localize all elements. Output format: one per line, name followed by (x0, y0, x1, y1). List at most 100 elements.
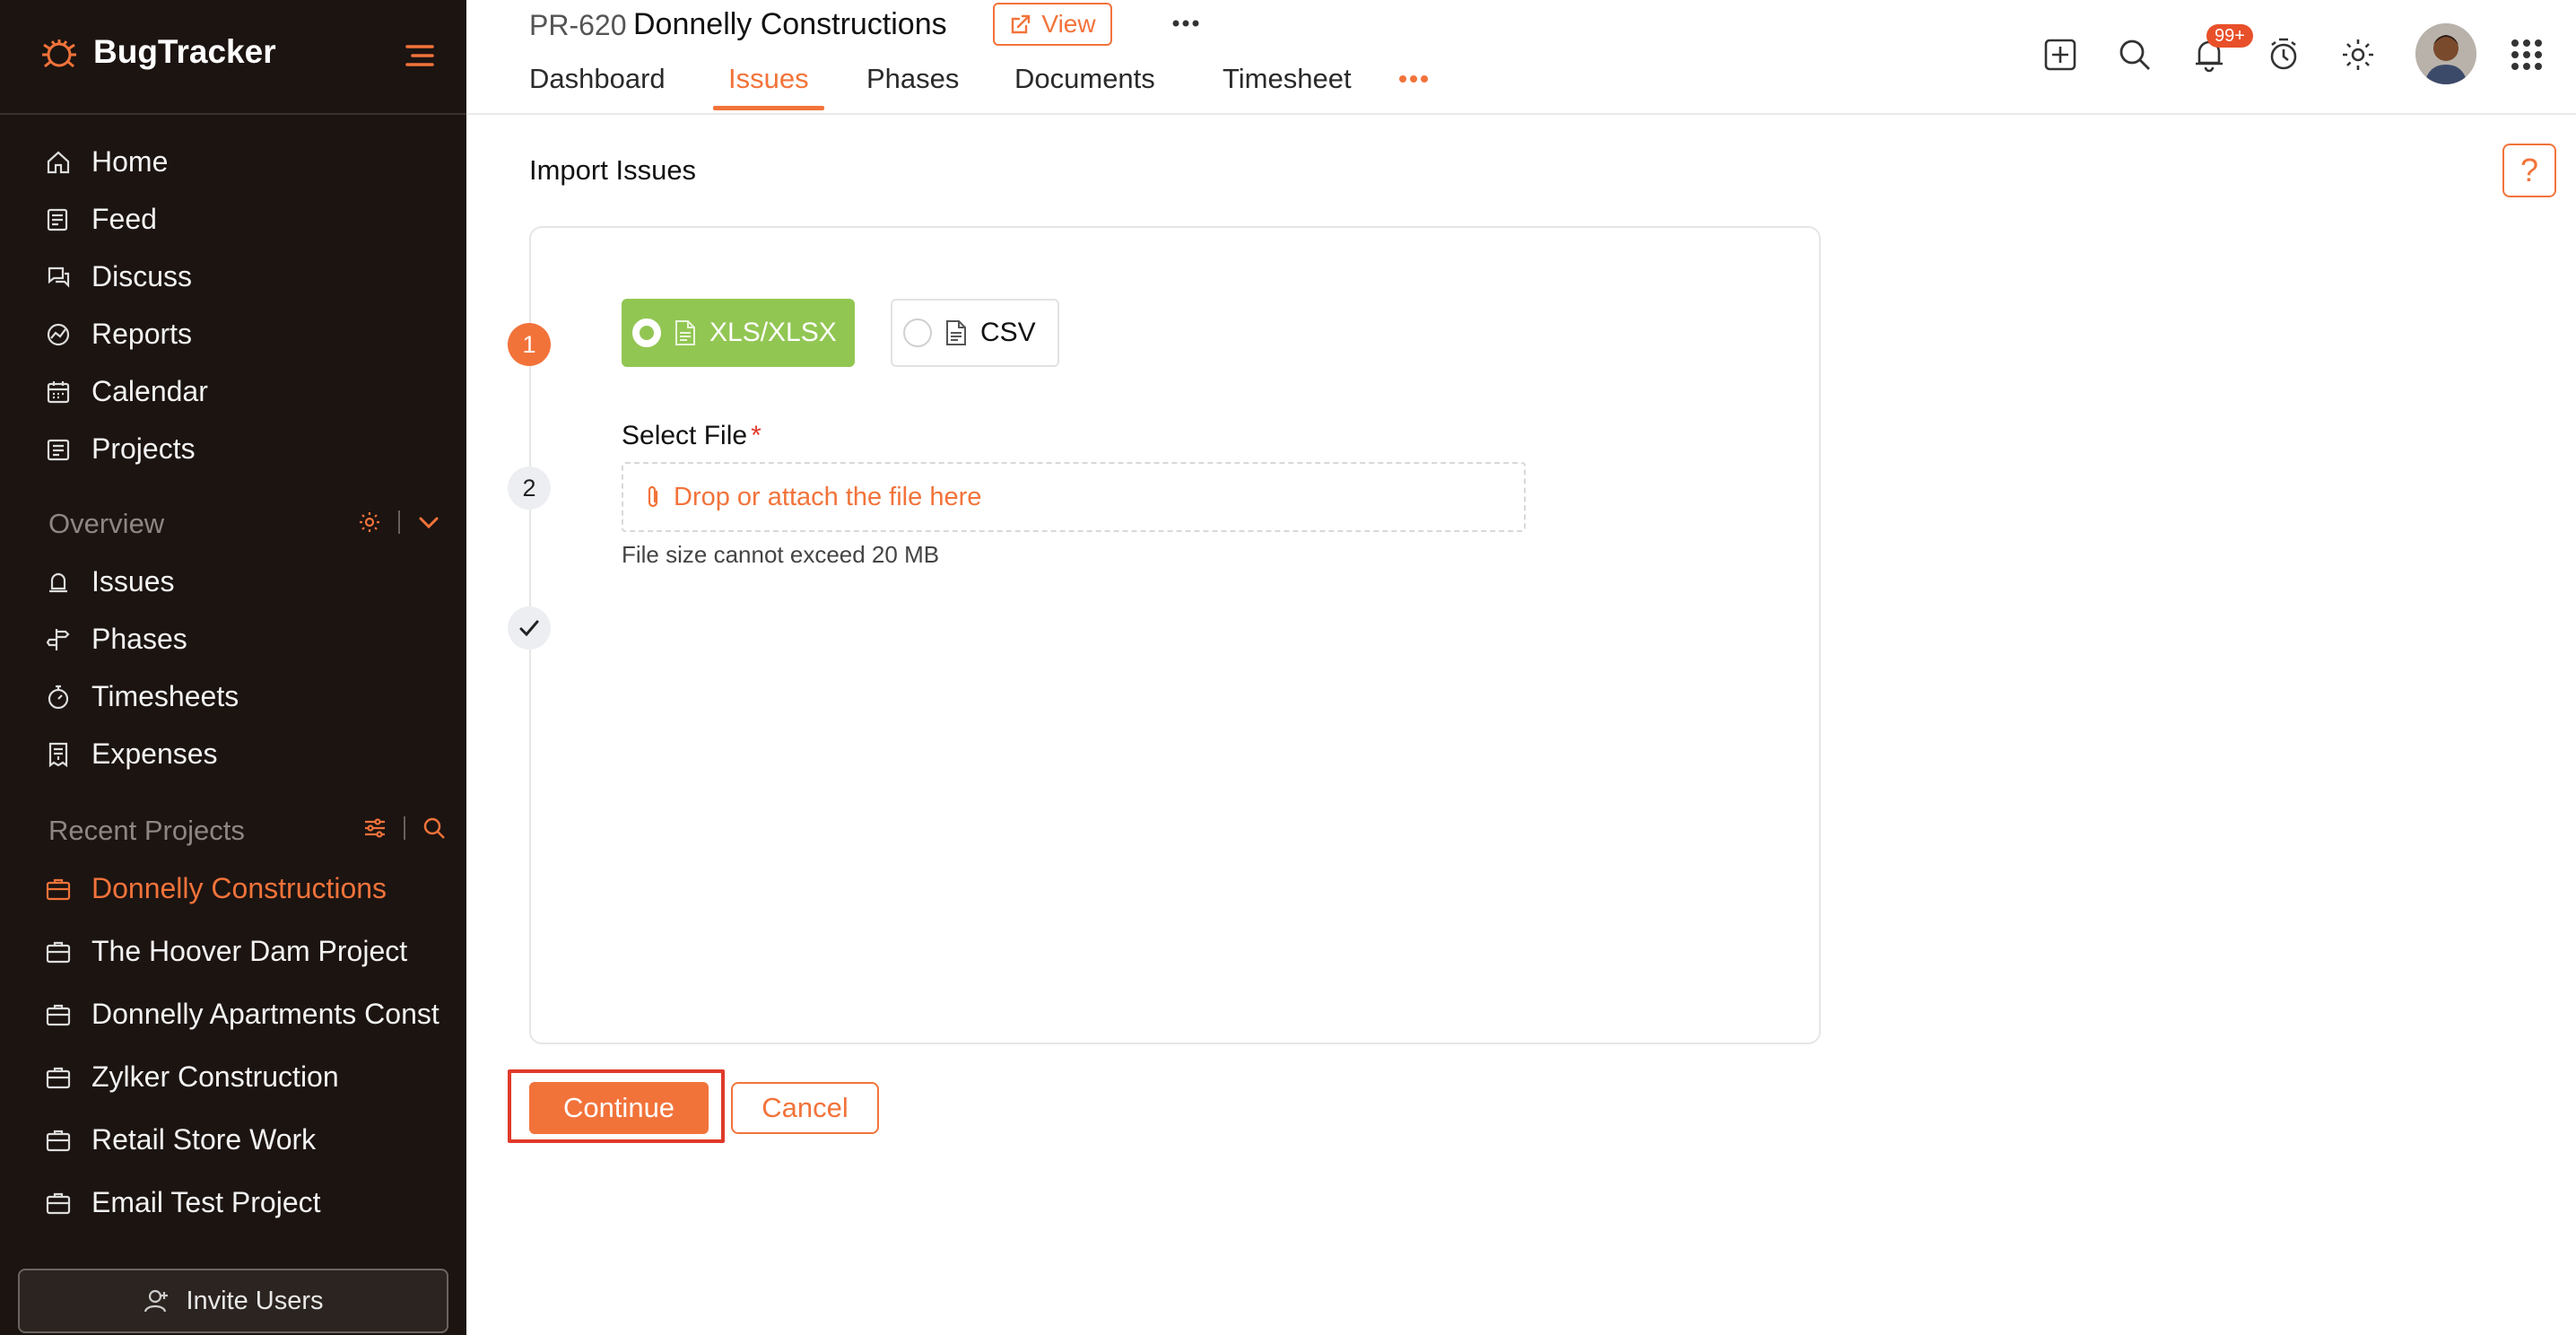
notification-count-badge: 99+ (2206, 24, 2253, 48)
sidebar-item-home[interactable]: Home (45, 145, 168, 179)
tab-phases[interactable]: Phases (866, 63, 959, 95)
gear-icon[interactable] (357, 510, 382, 535)
search-icon[interactable] (2116, 36, 2154, 74)
recent-project-item[interactable]: The Hoover Dam Project (45, 935, 439, 968)
app-name: BugTracker (93, 33, 276, 70)
file-icon (675, 320, 695, 345)
tool-separator (398, 510, 400, 534)
invite-users-label: Invite Users (186, 1286, 324, 1315)
tab-dashboard[interactable]: Dashboard (529, 63, 666, 95)
required-mark: * (751, 421, 761, 450)
discuss-icon (48, 266, 70, 288)
add-new-icon[interactable] (2041, 36, 2079, 74)
user-photo-icon (2415, 23, 2476, 84)
briefcase-icon (46, 878, 71, 900)
step-indicator-1: 1 (508, 323, 551, 366)
sidebar-item-projects[interactable]: Projects (45, 432, 196, 466)
format-option-csv[interactable]: CSV (891, 299, 1059, 367)
file-size-hint: File size cannot exceed 20 MB (622, 541, 940, 568)
sidebar-item-feed[interactable]: Feed (45, 203, 157, 236)
tab-timesheet[interactable]: Timesheet (1223, 63, 1352, 95)
file-dropzone[interactable]: Drop or attach the file here (622, 462, 1526, 532)
continue-button[interactable]: Continue (529, 1082, 709, 1134)
select-file-text: Select File (622, 421, 748, 450)
project-id: PR-620 (529, 9, 627, 41)
format-option-xlsx[interactable]: XLS/XLSX (622, 299, 855, 367)
tab-documents[interactable]: Documents (1014, 63, 1155, 95)
filter-sliders-icon[interactable] (362, 816, 387, 841)
recent-project-label: Donnelly Apartments Construction (91, 998, 439, 1030)
recent-project-label: Email Test Project (91, 1186, 321, 1218)
sidebar-item-label: Phases (91, 623, 187, 655)
recent-projects-label: Recent Projects (48, 815, 245, 846)
paperclip-icon (648, 485, 658, 508)
sidebar-item-timesheets[interactable]: Timesheets (45, 680, 239, 713)
step-indicator-done (508, 606, 551, 650)
overview-tools (357, 510, 441, 535)
settings-gear-icon[interactable] (2339, 36, 2377, 74)
sidebar-item-label: Discuss (91, 260, 193, 292)
more-options-icon[interactable] (1171, 13, 1201, 34)
radio-selected[interactable] (632, 318, 661, 347)
radio-unselected[interactable] (903, 318, 932, 347)
user-avatar[interactable] (2415, 23, 2476, 84)
brand[interactable]: BugTracker (38, 31, 276, 74)
sidebar-item-label: Projects (91, 432, 196, 465)
sidebar-divider (0, 113, 466, 115)
stopwatch-icon (48, 685, 69, 709)
sidebar-item-calendar[interactable]: Calendar (45, 375, 208, 408)
feed-icon (47, 208, 68, 231)
reports-icon (47, 323, 70, 345)
project-name: Donnelly Constructions (633, 7, 947, 41)
briefcase-icon (46, 1004, 71, 1025)
bug-logo-icon (42, 39, 76, 68)
briefcase-icon (46, 1067, 71, 1088)
calendar-icon (47, 380, 70, 403)
recent-project-item[interactable]: Email Test Project (45, 1186, 439, 1219)
header-divider (466, 113, 2576, 115)
recent-tools (362, 816, 447, 841)
view-project-button[interactable]: View (993, 3, 1112, 46)
bell-icon (49, 572, 67, 592)
timer-icon[interactable] (2265, 36, 2302, 74)
sidebar-item-reports[interactable]: Reports (45, 318, 192, 351)
invite-users-button[interactable]: Invite Users (18, 1269, 448, 1333)
menu-toggle-icon[interactable] (404, 39, 436, 72)
sidebar-item-label: Reports (91, 318, 193, 350)
add-user-icon (144, 1289, 169, 1313)
checkmark-icon (519, 620, 539, 637)
recent-project-item[interactable]: Zylker Construction (45, 1060, 439, 1094)
recent-project-item[interactable]: Donnelly Apartments Construction (45, 998, 439, 1031)
external-link-icon (1012, 14, 1031, 34)
signpost-icon (46, 628, 70, 650)
chevron-down-icon[interactable] (416, 510, 441, 535)
dropzone-text: Drop or attach the file here (674, 482, 982, 511)
recent-project-label: Zylker Construction (91, 1060, 339, 1093)
sidebar-item-label: Timesheets (91, 680, 239, 712)
search-icon[interactable] (422, 816, 447, 841)
sidebar: BugTracker Home Feed Discuss Reports Cal… (0, 0, 466, 1335)
help-button[interactable]: ? (2502, 144, 2556, 197)
page-title: Import Issues (529, 154, 697, 186)
overview-section-label: Overview (48, 508, 165, 539)
tool-separator (404, 816, 405, 840)
home-icon (47, 151, 70, 173)
sidebar-item-phases[interactable]: Phases (45, 623, 187, 656)
recent-project-item[interactable]: Donnelly Constructions (45, 872, 439, 905)
app-grid-icon[interactable] (2510, 38, 2544, 72)
sidebar-item-expenses[interactable]: Expenses (45, 737, 218, 771)
cancel-button[interactable]: Cancel (731, 1082, 879, 1134)
sidebar-item-label: Issues (91, 565, 175, 598)
briefcase-icon (46, 1130, 71, 1151)
recent-project-label: Retail Store Work (91, 1123, 317, 1156)
briefcase-icon (46, 1192, 71, 1214)
sidebar-item-discuss[interactable]: Discuss (45, 260, 192, 293)
briefcase-icon (46, 941, 71, 963)
recent-project-item[interactable]: Retail Store Work (45, 1123, 439, 1156)
tab-issues[interactable]: Issues (728, 63, 809, 95)
file-icon (946, 320, 966, 345)
sidebar-item-label: Home (91, 145, 169, 178)
sidebar-item-issues[interactable]: Issues (45, 565, 174, 598)
more-tabs-icon[interactable] (1397, 72, 1430, 86)
recent-project-label: Donnelly Constructions (91, 872, 387, 904)
